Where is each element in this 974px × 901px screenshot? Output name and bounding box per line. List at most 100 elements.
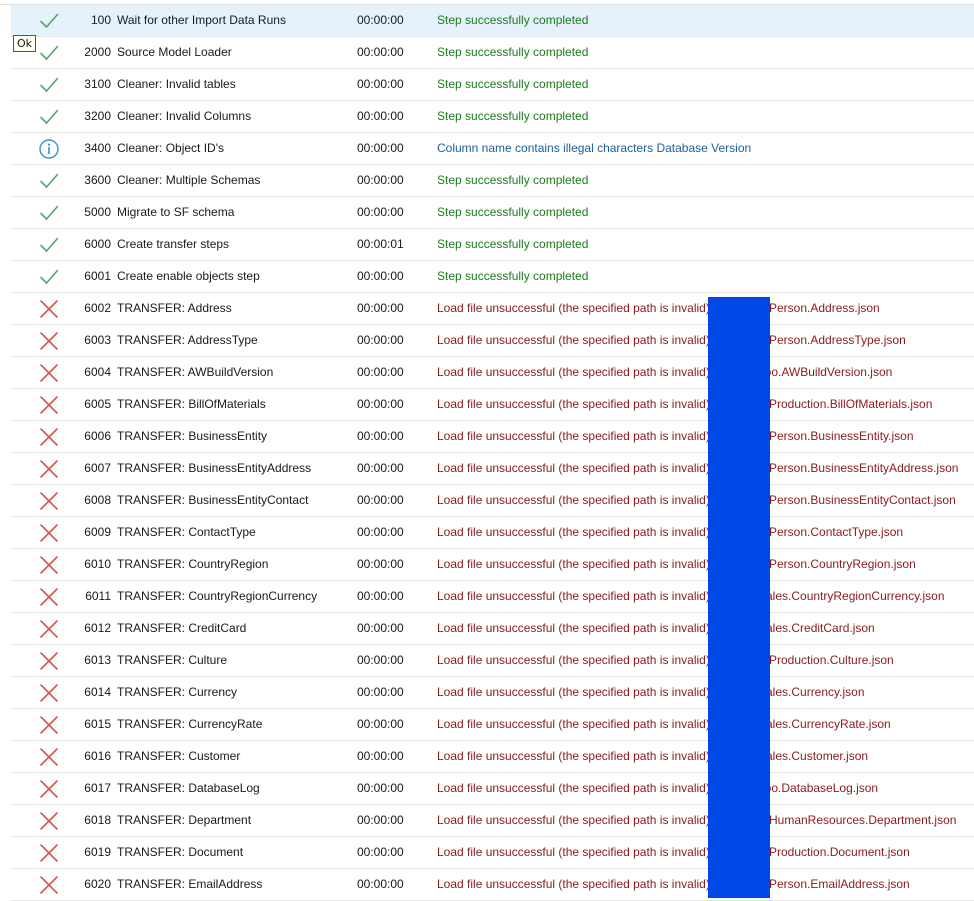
step-id: 6008 (84, 493, 111, 507)
step-message-text: Load file unsuccessful (the specified pa… (437, 525, 710, 539)
table-row[interactable]: 6017 TRANSFER: DatabaseLog 00:00:00 Load fi… (11, 773, 974, 805)
table-row[interactable]: 6000 Create transfer steps 00:00:01 Step su… (11, 229, 974, 261)
step-message: Load file unsuccessful (the specified pa… (437, 293, 974, 324)
step-message-text: Load file unsuccessful (the specified pa… (437, 813, 710, 827)
step-name: TRANSFER: Customer (117, 749, 241, 763)
table-row[interactable]: 3200 Cleaner: Invalid Columns 00:00:00 Step… (11, 101, 974, 133)
cross-icon (38, 714, 60, 736)
step-name: Cleaner: Invalid Columns (117, 109, 252, 123)
table-row[interactable]: 6013 TRANSFER: Culture 00:00:00 Load file u… (11, 645, 974, 677)
table-row[interactable]: 6018 TRANSFER: Department 00:00:00 Load fil… (11, 805, 974, 837)
step-duration: 00:00:00 (357, 621, 404, 635)
step-file-name: dbo.AWBuildVersion.json (758, 365, 893, 379)
step-file-name: Sales.Customer.json (758, 749, 869, 763)
step-duration: 00:00:00 (357, 301, 404, 315)
table-row[interactable]: 6008 TRANSFER: BusinessEntityContact 00:00… (11, 485, 974, 517)
table-row[interactable]: 6002 TRANSFER: Address 00:00:00 Load file u… (11, 293, 974, 325)
table-row[interactable]: 6011 TRANSFER: CountryRegionCurrency 00:00… (11, 581, 974, 613)
step-message-text: Step successfully completed (437, 45, 589, 59)
table-row[interactable]: 3100 Cleaner: Invalid tables 00:00:00 Step … (11, 69, 974, 101)
step-duration: 00:00:00 (357, 813, 404, 827)
step-message-text: Load file unsuccessful (the specified pa… (437, 653, 710, 667)
step-id: 6004 (84, 365, 111, 379)
step-duration: 00:00:00 (357, 205, 404, 219)
step-duration: 00:00:00 (357, 141, 404, 155)
step-file-name: dbo.DatabaseLog.json (758, 781, 879, 795)
table-row[interactable]: 6014 TRANSFER: Currency 00:00:00 Load file … (11, 677, 974, 709)
step-name: Source Model Loader (117, 45, 232, 59)
step-file-name: Person.Address.json (769, 301, 880, 315)
step-duration: 00:00:00 (357, 525, 404, 539)
table-row[interactable]: 5000 Migrate to SF schema 00:00:00 Step suc… (11, 197, 974, 229)
step-file-name: Production.BillOfMaterials.json (769, 397, 933, 411)
step-file-name: Person.BusinessEntityContact.json (769, 493, 956, 507)
step-file-name: Production.Culture.json (769, 653, 894, 667)
step-id: 6018 (84, 813, 111, 827)
check-icon (38, 266, 60, 288)
step-message: Step successfully completed (437, 101, 974, 132)
table-row[interactable]: 3400 Cleaner: Object ID's 00:00:00 Column n… (11, 133, 974, 165)
table-row[interactable]: 6004 TRANSFER: AWBuildVersion 00:00:00 Load… (11, 357, 974, 389)
table-row[interactable]: 6005 TRANSFER: BillOfMaterials 00:00:00 Loa… (11, 389, 974, 421)
step-message-text: Load file unsuccessful (the specified pa… (437, 493, 710, 507)
step-duration: 00:00:00 (357, 77, 404, 91)
step-duration: 00:00:00 (357, 269, 404, 283)
table-row[interactable]: 6006 TRANSFER: BusinessEntity 00:00:00 Load… (11, 421, 974, 453)
step-id: 3100 (84, 77, 111, 91)
step-message-text: Load file unsuccessful (the specified pa… (437, 845, 710, 859)
table-row[interactable]: 6015 TRANSFER: CurrencyRate 00:00:00 Load f… (11, 709, 974, 741)
step-name: TRANSFER: Document (117, 845, 244, 859)
step-duration: 00:00:00 (357, 717, 404, 731)
cross-icon (38, 586, 60, 608)
step-message-text: Load file unsuccessful (the specified pa… (437, 749, 710, 763)
step-message-text: Step successfully completed (437, 173, 589, 187)
step-id: 6006 (84, 429, 111, 443)
step-file-name: Sales.CountryRegionCurrency.json (758, 589, 945, 603)
step-message-text: Load file unsuccessful (the specified pa… (437, 781, 710, 795)
table-row[interactable]: 6016 TRANSFER: Customer 00:00:00 Load file … (11, 741, 974, 773)
step-id: 6012 (84, 621, 111, 635)
step-file-name: Person.EmailAddress.json (769, 877, 910, 891)
step-id: 6020 (84, 877, 111, 891)
table-row[interactable]: 6009 TRANSFER: ContactType 00:00:00 Load fi… (11, 517, 974, 549)
step-message: Step successfully completed (437, 165, 974, 196)
step-file-name: Person.CountryRegion.json (769, 557, 916, 571)
check-icon (38, 106, 60, 128)
step-duration: 00:00:01 (357, 237, 404, 251)
step-message: Step successfully completed (437, 197, 974, 228)
step-message-text: Load file unsuccessful (the specified pa… (437, 365, 710, 379)
step-id: 3600 (84, 173, 111, 187)
step-name: Create transfer steps (117, 237, 230, 251)
table-row[interactable]: 3600 Cleaner: Multiple Schemas 00:00:00 Ste… (11, 165, 974, 197)
table-row[interactable]: 2000 Source Model Loader 00:00:00 Step succ… (11, 37, 974, 69)
cross-icon (38, 490, 60, 512)
check-icon (38, 170, 60, 192)
step-name: TRANSFER: BillOfMaterials (117, 397, 266, 411)
step-name: TRANSFER: CountryRegion (117, 557, 269, 571)
step-file-name: Person.BusinessEntity.json (769, 429, 914, 443)
step-id: 3200 (84, 109, 111, 123)
table-row[interactable]: 100 Wait for other Import Data Runs 00:00:… (11, 5, 974, 37)
table-row[interactable]: 6001 Create enable objects step 00:00:00 St… (11, 261, 974, 293)
check-icon (38, 202, 60, 224)
table-row[interactable]: 6010 TRANSFER: CountryRegion 00:00:00 Load … (11, 549, 974, 581)
step-name: Cleaner: Invalid tables (117, 77, 236, 91)
step-name: TRANSFER: EmailAddress (117, 877, 263, 891)
step-id: 6011 (85, 589, 111, 603)
step-file-name: Person.BusinessEntityAddress.json (769, 461, 959, 475)
table-row[interactable]: 6012 TRANSFER: CreditCard 00:00:00 Load fil… (11, 613, 974, 645)
step-duration: 00:00:00 (357, 461, 404, 475)
step-duration: 00:00:00 (357, 557, 404, 571)
step-message-text: Column name contains illegal characters … (437, 141, 752, 155)
step-name: TRANSFER: AWBuildVersion (117, 365, 274, 379)
step-duration: 00:00:00 (357, 333, 404, 347)
table-row[interactable]: 6003 TRANSFER: AddressType 00:00:00 Load fi… (11, 325, 974, 357)
table-row[interactable]: 6020 TRANSFER: EmailAddress 00:00:00 Load f… (11, 869, 974, 901)
step-id: 6009 (84, 525, 111, 539)
table-row[interactable]: 6007 TRANSFER: BusinessEntityAddress 00:00… (11, 453, 974, 485)
step-id: 5000 (84, 205, 111, 219)
cross-icon (38, 618, 60, 640)
table-row[interactable]: 6019 TRANSFER: Document 00:00:00 Load file … (11, 837, 974, 869)
tooltip: Ok (13, 35, 37, 52)
step-message: Load file unsuccessful (the specified pa… (437, 741, 974, 772)
